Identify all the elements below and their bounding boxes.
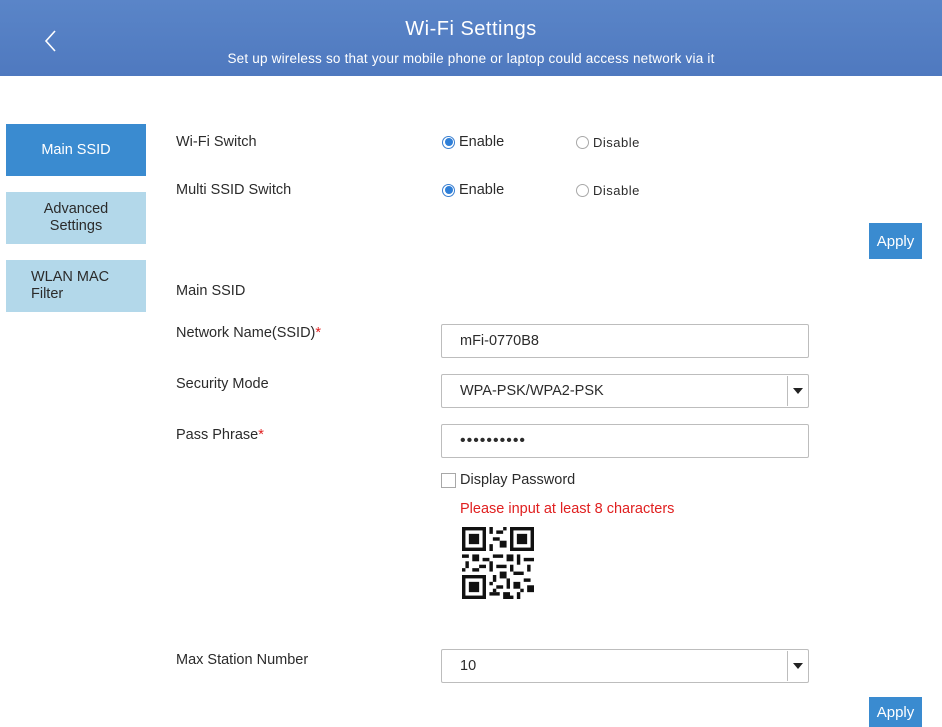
sidebar-item-advanced-settings[interactable]: Advanced Settings: [6, 192, 146, 244]
dropdown-arrow[interactable]: [787, 376, 807, 406]
sidebar-item-wlan-mac-filter[interactable]: WLAN MAC Filter: [6, 260, 146, 312]
sidebar-item-main-ssid[interactable]: Main SSID: [6, 124, 146, 176]
main-ssid-section-title: Main SSID: [176, 283, 246, 299]
radio-disable[interactable]: [576, 136, 589, 149]
apply-switches-button[interactable]: Apply: [869, 223, 922, 259]
page-title: Wi-Fi Settings: [405, 18, 537, 40]
network-name-input[interactable]: mFi-0770B8: [441, 324, 809, 358]
radio-enable-selected[interactable]: [442, 183, 455, 197]
pass-phrase-input[interactable]: ••••••••••: [441, 424, 809, 458]
security-mode-select[interactable]: WPA-PSK/WPA2-PSK: [441, 374, 809, 408]
pass-phrase-value: ••••••••••: [460, 432, 527, 449]
network-name-label-text: Network Name(SSID): [176, 325, 316, 341]
required-mark: *: [258, 427, 264, 443]
apply-settings-button[interactable]: Apply: [869, 697, 922, 727]
sidebar-item-label: Advanced Settings: [43, 201, 109, 234]
multi-ssid-switch-label: Multi SSID Switch: [176, 182, 292, 198]
page-header: Wi-Fi Settings Set up wireless so that y…: [0, 0, 942, 76]
triangle-down-icon: [792, 388, 803, 394]
radio-label: Disable: [593, 135, 640, 150]
pass-phrase-label: Pass Phrase*: [176, 427, 264, 443]
dropdown-arrow[interactable]: [787, 651, 807, 681]
multi-ssid-enable-option[interactable]: Enable: [442, 182, 504, 198]
error-message: Please input at least 8 characters: [460, 501, 675, 517]
max-station-label: Max Station Number: [176, 652, 309, 668]
security-mode-value: WPA-PSK/WPA2-PSK: [460, 383, 604, 399]
sidebar-item-label: Main SSID: [41, 141, 111, 158]
pass-phrase-label-text: Pass Phrase: [176, 427, 259, 443]
radio-disable[interactable]: [576, 184, 589, 197]
wifi-switch-label: Wi-Fi Switch: [176, 134, 257, 150]
page-subtitle: Set up wireless so that your mobile phon…: [227, 51, 715, 66]
max-station-select[interactable]: 10: [441, 649, 809, 683]
multi-ssid-disable-option[interactable]: Disable: [576, 183, 640, 198]
triangle-down-icon: [792, 663, 803, 669]
required-mark: *: [315, 325, 322, 341]
sidebar-item-label: WLAN MAC Filter: [31, 269, 110, 302]
radio-enable-selected[interactable]: [442, 135, 455, 149]
display-password-checkbox[interactable]: [441, 473, 456, 488]
radio-label: Disable: [593, 183, 640, 198]
security-mode-label: Security Mode: [176, 376, 269, 392]
display-password-label: Display Password: [460, 472, 576, 488]
wifi-switch-disable-option[interactable]: Disable: [576, 135, 640, 150]
network-name-value: mFi-0770B8: [460, 333, 539, 349]
qr-code-image: [462, 527, 534, 599]
radio-label: Enable: [459, 134, 505, 150]
max-station-value: 10: [460, 658, 477, 674]
network-name-label: Network Name(SSID)*: [176, 325, 321, 341]
wifi-switch-enable-option[interactable]: Enable: [442, 134, 504, 150]
radio-label: Enable: [459, 182, 505, 198]
